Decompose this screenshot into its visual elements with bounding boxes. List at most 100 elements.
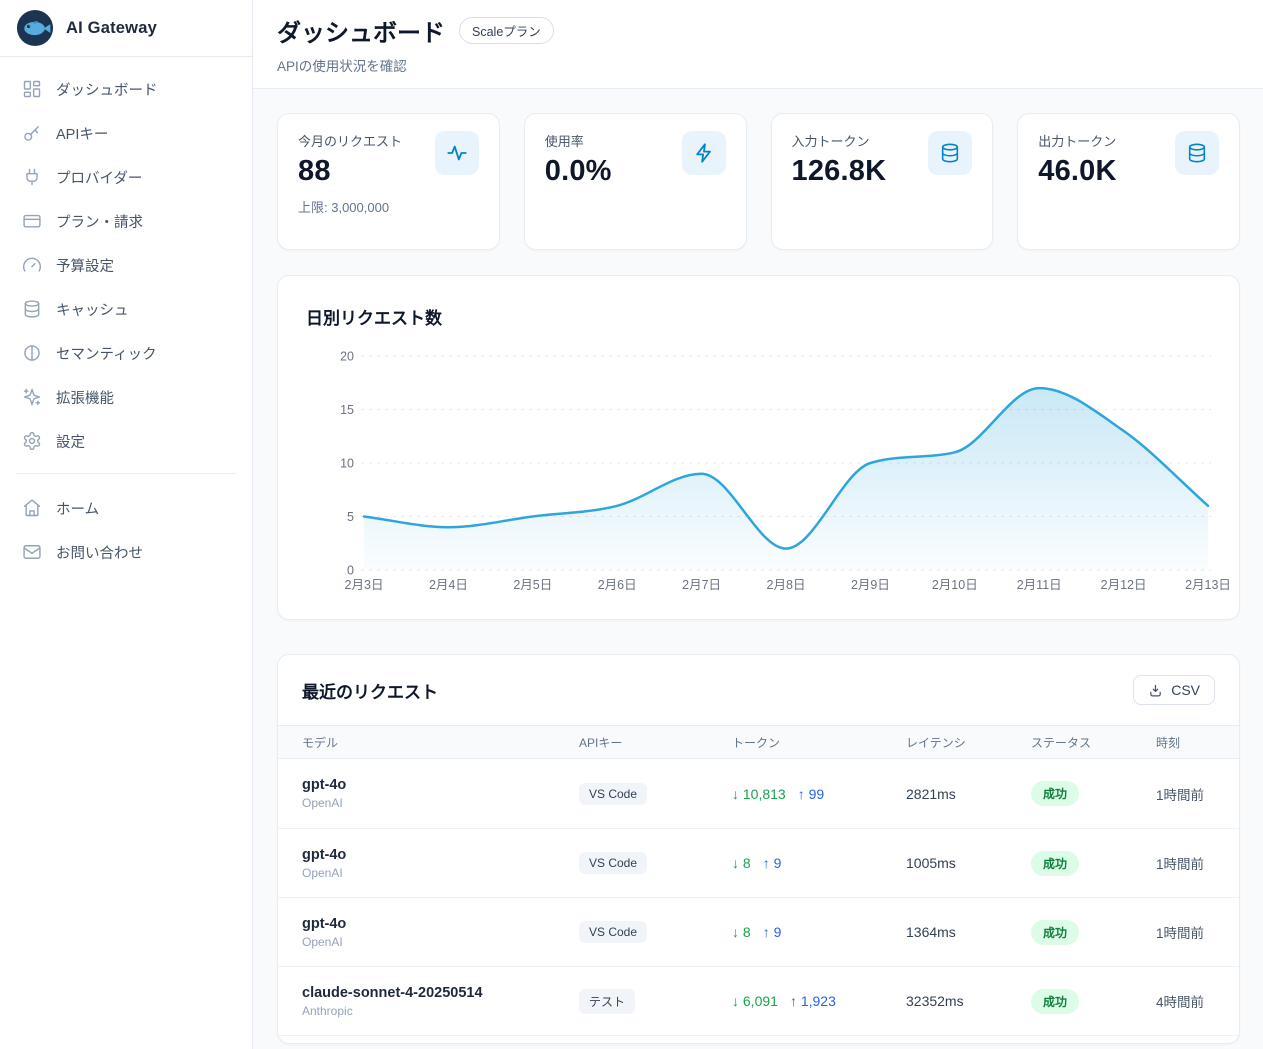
column-header: トークン: [732, 734, 906, 751]
arrow-down-icon: ↓: [732, 924, 739, 940]
brand[interactable]: AI Gateway: [0, 0, 252, 57]
arrow-up-icon: ↑: [763, 924, 770, 940]
svg-text:2月13日: 2月13日: [1185, 578, 1231, 592]
svg-text:2月9日: 2月9日: [851, 578, 890, 592]
svg-text:2月10日: 2月10日: [932, 578, 978, 592]
column-header: レイテンシ: [906, 734, 1031, 751]
sidebar-item-label: ホーム: [56, 498, 99, 519]
table-body: gpt-4o OpenAI VS Code ↓ 10,813 ↑ 99 2821…: [278, 759, 1239, 1035]
stat-icon-box: [682, 131, 726, 175]
svg-text:2月5日: 2月5日: [513, 578, 552, 592]
page-subtitle: APIの使用状況を確認: [277, 55, 1239, 75]
tokens-up-value: 99: [809, 786, 825, 802]
svg-text:2月6日: 2月6日: [598, 578, 637, 592]
svg-text:0: 0: [347, 564, 354, 578]
stat-card: 使用率 0.0%: [524, 113, 747, 250]
table-row: gpt-4o OpenAI VS Code ↓ 10,813 ↑ 99 2821…: [278, 759, 1239, 828]
stat-icon-box: [1175, 131, 1219, 175]
svg-text:20: 20: [340, 350, 354, 364]
sidebar-item[interactable]: プロバイダー: [12, 155, 240, 199]
api-key-pill: テスト: [579, 989, 635, 1014]
column-header: 時刻: [1156, 734, 1215, 751]
database-icon: [1186, 142, 1208, 164]
stat-value: 46.0K: [1038, 155, 1116, 188]
svg-text:2月8日: 2月8日: [767, 578, 806, 592]
model-name: claude-sonnet-4-20250514: [302, 985, 579, 1001]
model-name: gpt-4o: [302, 916, 579, 932]
svg-text:2月4日: 2月4日: [429, 578, 468, 592]
key-icon: [22, 123, 42, 143]
tokens-cell: ↓ 8 ↑ 9: [732, 924, 906, 940]
svg-text:2月12日: 2月12日: [1101, 578, 1147, 592]
home-icon: [22, 498, 42, 518]
status-badge: 成功: [1031, 851, 1079, 876]
column-header: モデル: [302, 734, 579, 751]
table-row-partial: [278, 1035, 1239, 1043]
tokens-cell: ↓ 6,091 ↑ 1,923: [732, 993, 906, 1009]
sidebar-item[interactable]: 設定: [12, 419, 240, 463]
sidebar-item[interactable]: キャッシュ: [12, 287, 240, 331]
table-title: 最近のリクエスト: [302, 678, 438, 703]
semantic-circle-icon: [22, 343, 42, 363]
gear-icon: [22, 431, 42, 451]
stat-label: 今月のリクエスト: [298, 131, 402, 150]
sidebar-item-label: ダッシュボード: [56, 79, 158, 100]
stat-label: 使用率: [545, 131, 612, 150]
credit-card-icon: [22, 211, 42, 231]
arrow-up-icon: ↑: [790, 993, 797, 1009]
sidebar-item[interactable]: 拡張機能: [12, 375, 240, 419]
tokens-cell: ↓ 8 ↑ 9: [732, 855, 906, 871]
svg-text:5: 5: [347, 510, 354, 524]
tokens-down-value: 8: [743, 855, 751, 871]
column-header: APIキー: [579, 734, 732, 751]
tokens-down-value: 8: [743, 924, 751, 940]
page-header: ダッシュボード Scaleプラン APIの使用状況を確認: [253, 0, 1263, 89]
dashboard-icon: [22, 79, 42, 99]
tokens-cell: ↓ 10,813 ↑ 99: [732, 786, 906, 802]
sidebar-item-label: APIキー: [56, 123, 108, 144]
sidebar-item[interactable]: セマンティック: [12, 331, 240, 375]
provider-name: OpenAI: [302, 935, 579, 949]
sidebar-item[interactable]: プラン・請求: [12, 199, 240, 243]
api-key-pill: VS Code: [579, 783, 647, 805]
sidebar-item[interactable]: APIキー: [12, 111, 240, 155]
table-column-headers: モデルAPIキートークンレイテンシステータス時刻: [278, 725, 1239, 759]
sidebar-item-label: お問い合わせ: [56, 542, 143, 563]
sidebar-nav-main: ダッシュボード APIキー プロバイダー プラン・請求 予算設定 キャッシュ セ…: [0, 57, 252, 465]
latency-cell: 1005ms: [906, 855, 1031, 871]
mail-icon: [22, 542, 42, 562]
arrow-down-icon: ↓: [732, 786, 739, 802]
latency-cell: 1364ms: [906, 924, 1031, 940]
stat-value: 0.0%: [545, 155, 612, 188]
recent-requests-card: 最近のリクエスト CSV モデルAPIキートークンレイテンシステータス時刻 gp…: [277, 654, 1240, 1044]
csv-export-button[interactable]: CSV: [1133, 675, 1215, 705]
status-badge: 成功: [1031, 920, 1079, 945]
database-icon: [22, 299, 42, 319]
time-cell: 1時間前: [1156, 922, 1215, 942]
stat-value: 126.8K: [792, 155, 887, 188]
content: 今月のリクエスト 88 上限: 3,000,000 使用率 0.0% 入力トーク…: [253, 89, 1263, 1044]
stat-sub: 上限: 3,000,000: [298, 197, 402, 216]
sidebar-item-label: 拡張機能: [56, 387, 114, 408]
brand-title: AI Gateway: [66, 19, 157, 38]
sidebar-divider: [16, 473, 236, 474]
sidebar-item[interactable]: お問い合わせ: [12, 530, 240, 574]
sidebar-item[interactable]: ダッシュボード: [12, 67, 240, 111]
time-cell: 4時間前: [1156, 991, 1215, 1011]
sidebar-item[interactable]: ホーム: [12, 486, 240, 530]
latency-cell: 2821ms: [906, 786, 1031, 802]
tokens-up-value: 9: [774, 855, 782, 871]
table-row: gpt-4o OpenAI VS Code ↓ 8 ↑ 9 1005ms 成功 …: [278, 828, 1239, 897]
status-badge: 成功: [1031, 989, 1079, 1014]
sidebar-item-label: セマンティック: [56, 343, 157, 364]
csv-button-label: CSV: [1171, 682, 1200, 698]
sidebar-nav-footer: ホーム お問い合わせ: [0, 482, 252, 576]
time-cell: 1時間前: [1156, 784, 1215, 804]
stat-card: 出力トークン 46.0K: [1017, 113, 1240, 250]
arrow-down-icon: ↓: [732, 855, 739, 871]
provider-name: OpenAI: [302, 796, 579, 810]
sidebar-item[interactable]: 予算設定: [12, 243, 240, 287]
table-row: gpt-4o OpenAI VS Code ↓ 8 ↑ 9 1364ms 成功 …: [278, 897, 1239, 966]
svg-text:2月3日: 2月3日: [345, 578, 384, 592]
download-icon: [1148, 683, 1163, 698]
